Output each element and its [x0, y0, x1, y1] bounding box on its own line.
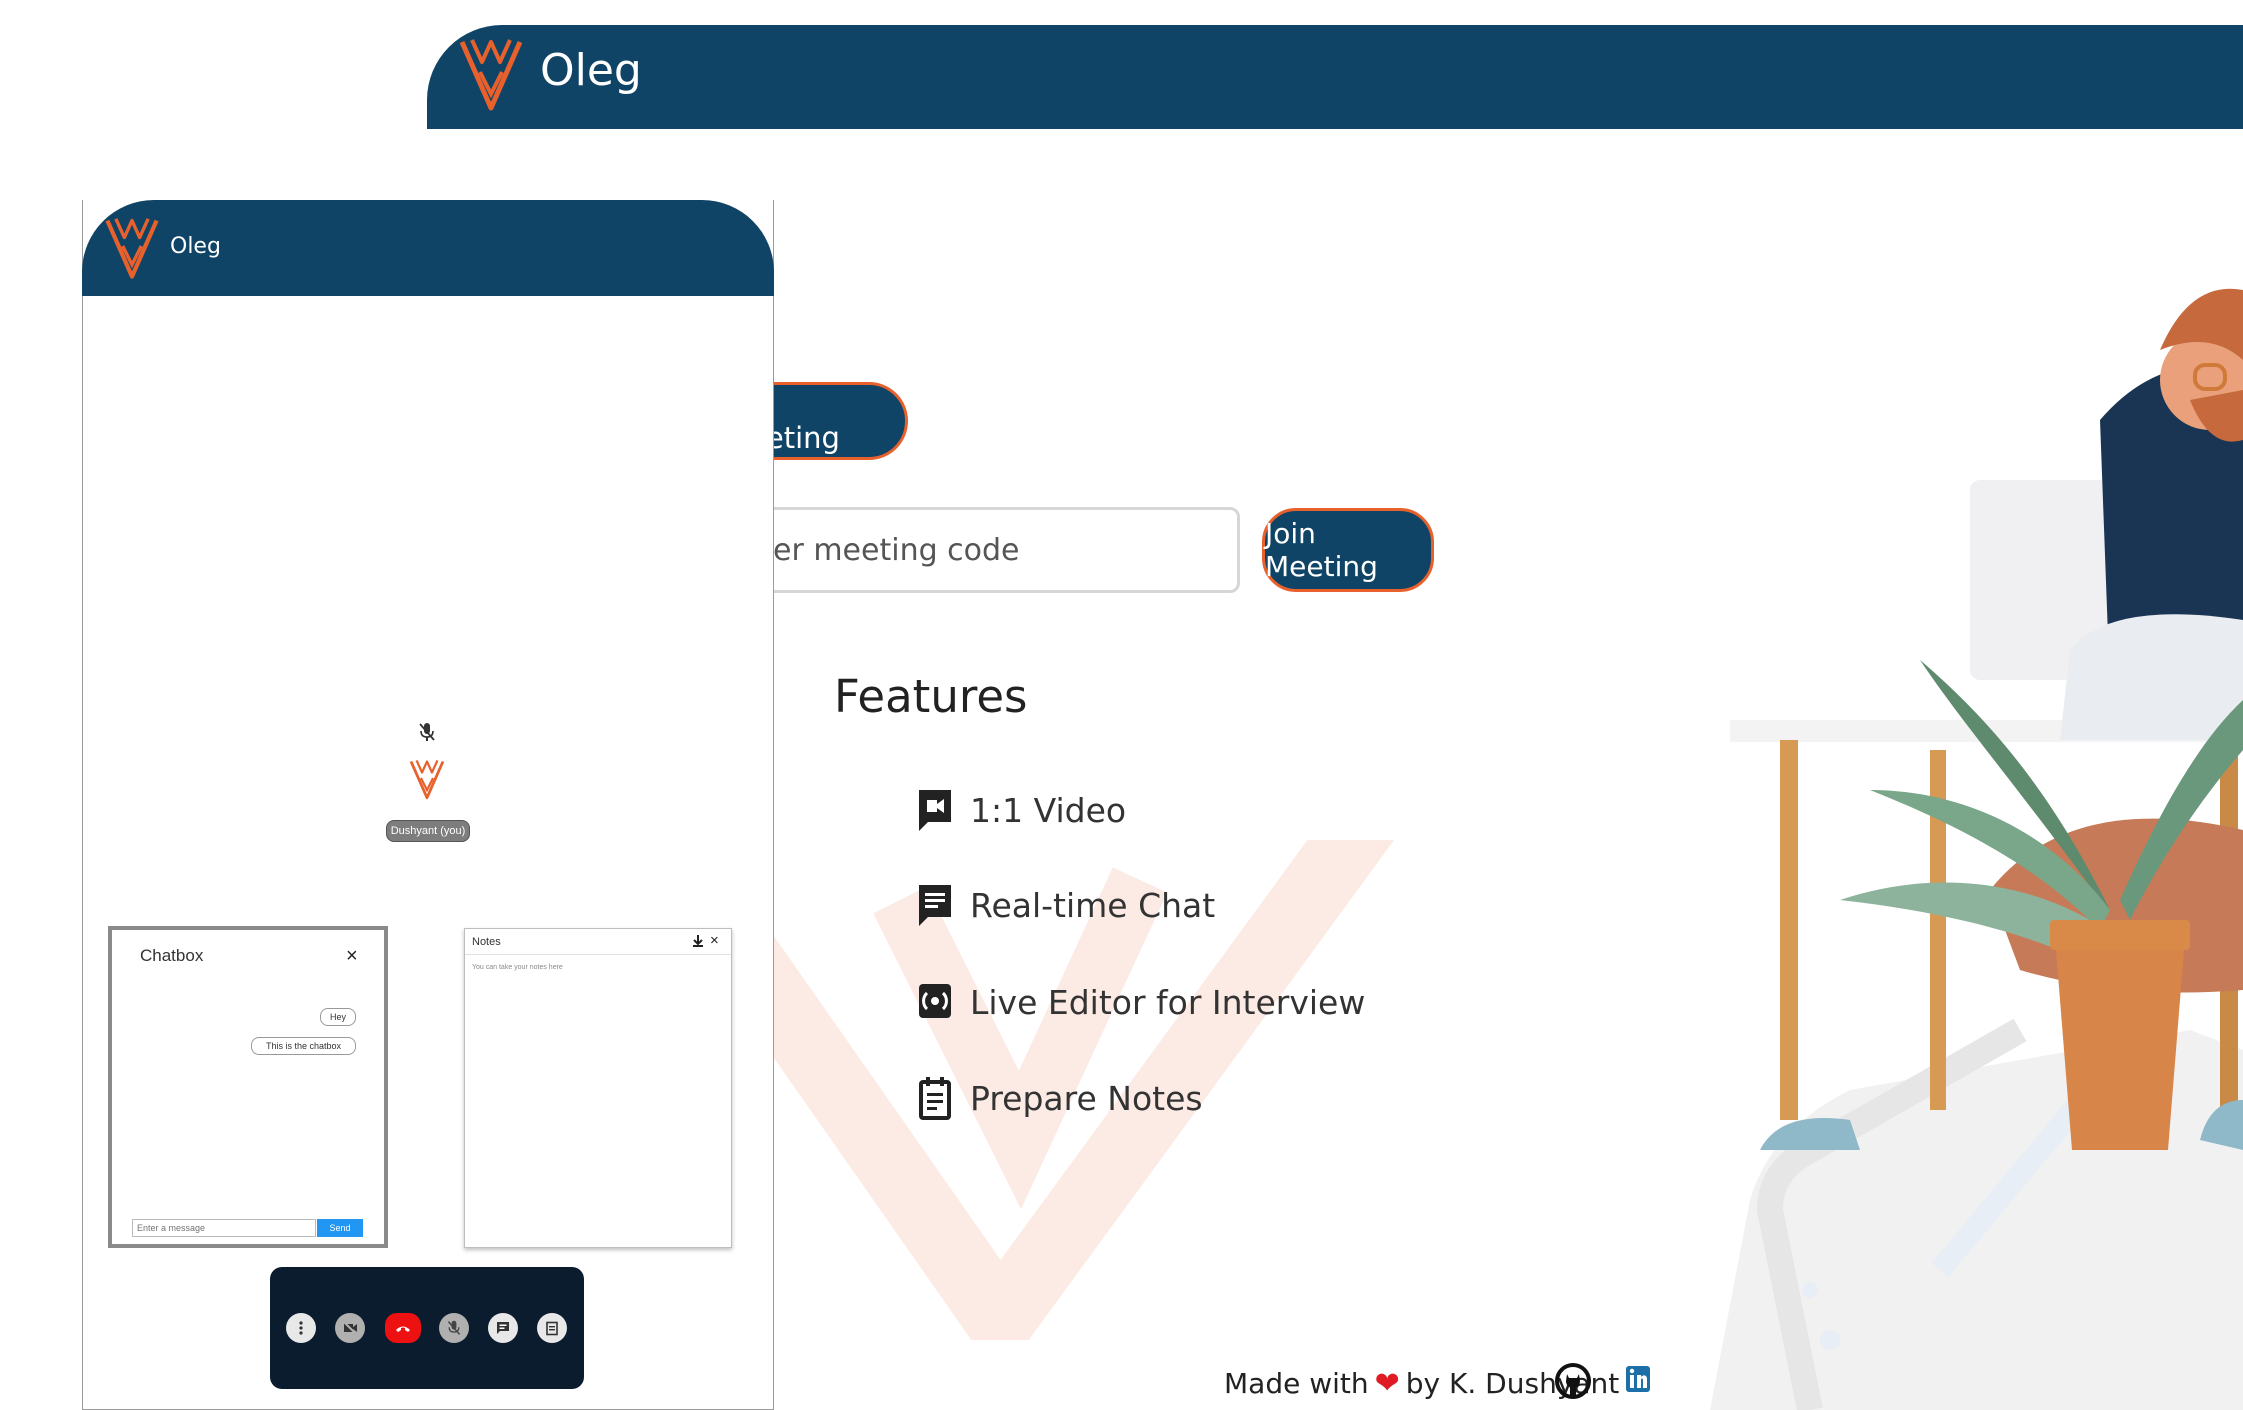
github-icon[interactable] [1554, 1362, 1592, 1400]
feature-label: Prepare Notes [970, 1078, 1203, 1118]
call-app-title: Oleg [170, 234, 221, 259]
more-icon [299, 1321, 303, 1335]
chat-message-input[interactable] [132, 1219, 316, 1237]
feature-notes: Prepare Notes [916, 1072, 1203, 1124]
chatbox-title: Chatbox [140, 946, 204, 965]
download-icon[interactable] [692, 934, 704, 948]
notes-title: Notes [472, 936, 501, 948]
feature-label: 1:1 Video [970, 790, 1127, 830]
chat-message: Hey [320, 1008, 356, 1026]
chat-icon [497, 1322, 509, 1334]
chat-send-button[interactable]: Send [317, 1219, 363, 1237]
live-editor-icon [919, 984, 951, 1018]
feature-video: 1:1 Video [916, 784, 1126, 836]
chat-toggle-button[interactable] [488, 1313, 518, 1343]
illustration-person-desk [1710, 288, 2243, 1410]
chatbox-close-icon[interactable]: × [346, 946, 358, 966]
landing-header [427, 25, 2243, 129]
join-meeting-button[interactable]: Join Meeting [1262, 508, 1434, 592]
more-options-button[interactable] [286, 1313, 316, 1343]
landing-app-title: Oleg [540, 45, 642, 96]
camera-toggle-button[interactable] [335, 1313, 365, 1343]
oleg-logo-icon [459, 39, 523, 111]
end-call-icon [396, 1326, 410, 1332]
video-chat-icon [919, 790, 951, 831]
mic-off-icon [419, 723, 435, 741]
chat-icon [919, 885, 951, 926]
notes-icon [546, 1321, 558, 1336]
feature-label: Real-time Chat [970, 885, 1216, 925]
chat-message: This is the chatbox [251, 1037, 356, 1055]
participant-avatar-logo-icon [409, 759, 445, 800]
notes-textarea[interactable]: You can take your notes here [472, 964, 563, 971]
chatbox-panel [108, 926, 388, 1248]
notes-panel [464, 928, 732, 1248]
feature-live-editor: Live Editor for Interview [916, 976, 1365, 1028]
notes-divider [465, 954, 731, 955]
notes-close-icon[interactable]: × [710, 933, 719, 948]
end-call-button[interactable] [385, 1313, 421, 1343]
mic-off-icon [447, 1320, 461, 1335]
features-title: Features [834, 670, 1028, 723]
footer-made-with: Made with [1224, 1366, 1369, 1400]
oleg-logo-icon [105, 218, 159, 279]
camera-off-icon [343, 1321, 357, 1335]
notes-icon [919, 1077, 951, 1120]
feature-label: Live Editor for Interview [970, 982, 1366, 1022]
linkedin-icon[interactable] [1626, 1364, 1650, 1394]
participant-name-badge: Dushyant (you) [386, 820, 470, 842]
notes-toggle-button[interactable] [537, 1313, 567, 1343]
mic-toggle-button[interactable] [439, 1313, 469, 1343]
heart-icon: ❤ [1374, 1365, 1400, 1401]
feature-chat: Real-time Chat [916, 879, 1215, 931]
meeting-code-input[interactable] [700, 507, 1240, 593]
